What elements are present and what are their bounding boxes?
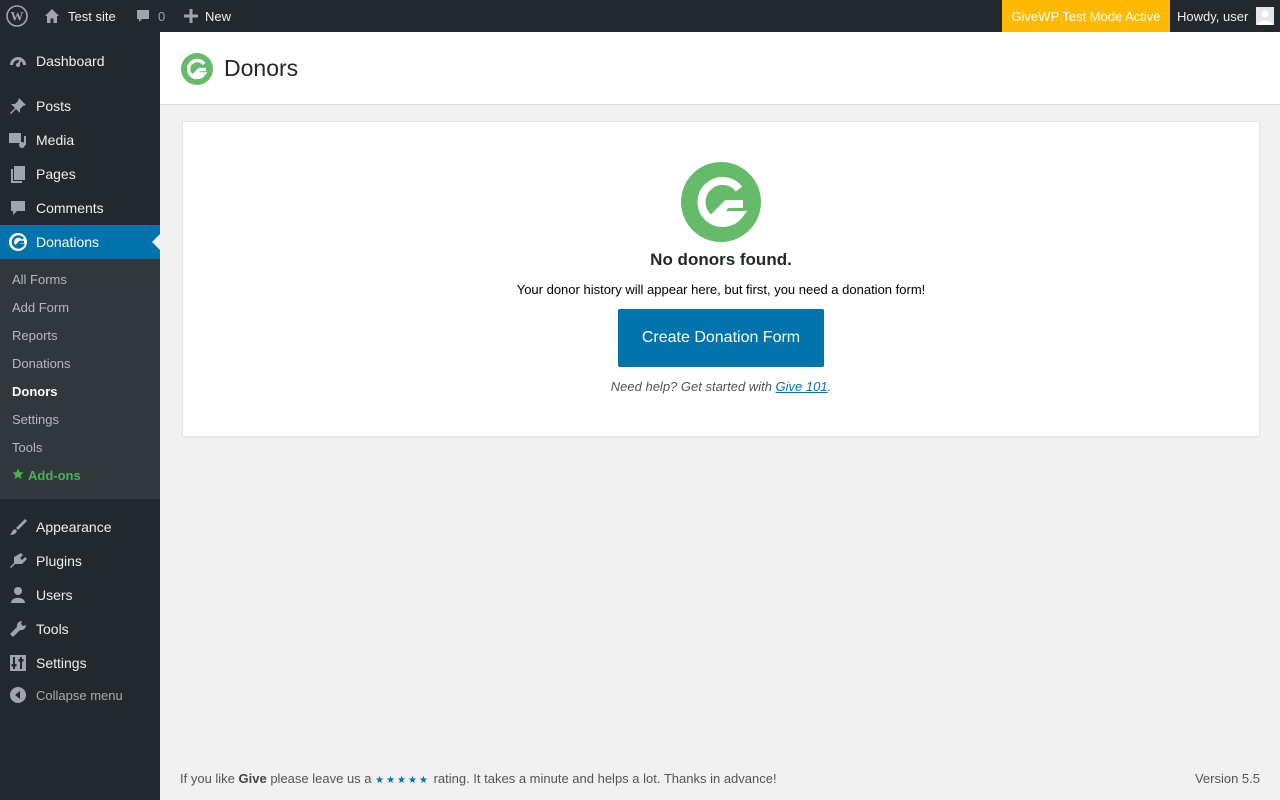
menu-item-posts[interactable]: Posts [0,89,160,123]
menu-label: Plugins [36,553,82,569]
admin-bar: W Test site 0 New GiveWP Test Mode Activ… [0,0,1280,32]
menu-item-appearance[interactable]: Appearance [0,510,160,544]
menu-label: Pages [36,166,76,182]
current-indicator [152,234,160,250]
menu-item-donations[interactable]: Donations [0,225,160,259]
menu-item-pages[interactable]: Pages [0,157,160,191]
rating-stars-link[interactable]: ★★★★★ [375,775,430,786]
comments-count: 0 [158,8,166,24]
give-logo-icon [681,162,761,247]
collapse-label: Collapse menu [36,687,123,703]
footer-version: Version 5.5 [1194,771,1260,786]
submenu-item-donations[interactable]: Donations [12,353,71,373]
svg-text:W: W [11,9,24,24]
menu-label: Comments [36,200,104,216]
submenu-item-add-ons[interactable]: Add-ons [12,465,81,485]
menu-item-dashboard[interactable]: Dashboard [0,44,160,78]
settings-icon [8,653,28,673]
dashboard-icon [8,51,28,71]
collapse-menu-button[interactable]: Collapse menu [0,678,160,712]
submenu-item-add-form[interactable]: Add Form [12,297,69,317]
site-name: Test site [68,8,116,24]
comment-icon [135,8,151,24]
footer-prefix: If you like [180,771,239,786]
wordpress-logo-icon[interactable]: W [6,0,28,32]
star-icon [12,468,24,483]
page-header: Donors [160,32,1280,105]
my-account-link[interactable]: Howdy, user [1177,0,1275,32]
submenu-item-tools[interactable]: Tools [12,437,42,457]
footer-suffix: rating. It takes a minute and helps a lo… [429,771,777,786]
menu-label: Dashboard [36,53,105,69]
menu-item-plugins[interactable]: Plugins [0,544,160,578]
menu-item-media[interactable]: Media [0,123,160,157]
howdy-label: Howdy, user [1177,8,1249,24]
site-name-link[interactable]: Test site [44,0,116,32]
footer-middle: please leave us a [266,771,376,786]
media-icon [8,130,28,150]
plus-icon [184,9,198,23]
menu-label: Posts [36,98,72,114]
give-101-link[interactable]: Give 101 [776,379,828,394]
empty-state-description: Your donor history will appear here, but… [516,282,926,297]
menu-item-settings[interactable]: Settings [0,646,160,680]
comments-link[interactable]: 0 [135,0,165,32]
give-logo-icon [181,53,213,90]
help-prefix: Need help? Get started with [610,379,776,394]
empty-state-heading: No donors found. [650,250,792,269]
give-icon [8,232,28,252]
pushpin-icon [8,96,28,116]
submenu-item-all-forms[interactable]: All Forms [12,269,67,289]
admin-sidebar: Dashboard Posts Media Pages Comments Don… [0,32,160,800]
avatar [1256,7,1275,25]
add-ons-label: Add-ons [28,467,81,483]
donations-submenu: All Forms Add Form Reports Donations Don… [0,259,160,499]
menu-label: Donations [36,234,100,250]
new-label: New [205,8,232,24]
menu-label: Media [36,132,75,148]
paintbrush-icon [8,517,28,537]
menu-item-comments[interactable]: Comments [0,191,160,225]
menu-label: Users [36,587,73,603]
menu-label: Settings [36,655,87,671]
footer-brand: Give [238,771,267,786]
new-content-link[interactable]: New [184,0,231,32]
home-icon [44,8,60,24]
menu-label: Tools [36,621,69,637]
submenu-item-donors[interactable]: Donors [12,381,58,401]
menu-label: Appearance [36,519,112,535]
help-text: Need help? Get started with Give 101. [183,379,1259,394]
submenu-item-reports[interactable]: Reports [12,325,58,345]
plugin-icon [8,551,28,571]
test-mode-badge[interactable]: GiveWP Test Mode Active [1002,0,1170,32]
help-suffix: . [827,379,832,394]
submenu-item-settings[interactable]: Settings [12,409,59,429]
menu-item-tools[interactable]: Tools [0,612,160,646]
pages-icon [8,164,28,184]
page-title: Donors [224,55,299,81]
wrench-icon [8,619,28,639]
menu-item-users[interactable]: Users [0,578,160,612]
empty-state-card: No donors found. Your donor history will… [182,121,1260,437]
collapse-icon [8,685,28,705]
create-donation-form-button[interactable]: Create Donation Form [618,309,824,367]
footer-rating-text: If you like Give please leave us a ★★★★★… [180,771,777,786]
comment-icon [8,198,28,218]
user-icon [8,585,28,605]
